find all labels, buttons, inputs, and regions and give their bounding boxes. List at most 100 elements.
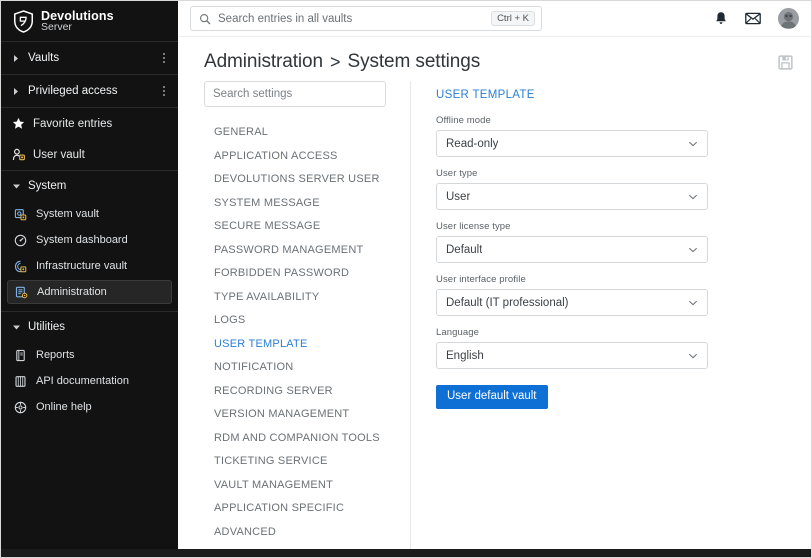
select-language[interactable]: English xyxy=(436,342,708,369)
field-language: Language English xyxy=(436,327,708,369)
settings-item-forbidden-password[interactable]: FORBIDDEN PASSWORD xyxy=(204,262,410,286)
settings-item-devolutions-server-user[interactable]: DEVOLUTIONS SERVER USER xyxy=(204,168,410,192)
settings-item-advanced[interactable]: ADVANCED xyxy=(204,521,410,545)
envelope-icon[interactable] xyxy=(742,8,764,30)
user-vault-icon xyxy=(11,148,26,161)
select-offline-mode[interactable]: Read-only xyxy=(436,130,708,157)
settings-item-general[interactable]: GENERAL xyxy=(204,121,410,145)
field-label-offline-mode: Offline mode xyxy=(436,115,491,126)
settings-item-vault-management[interactable]: VAULT MANAGEMENT xyxy=(204,474,410,498)
breadcrumb-root[interactable]: Administration xyxy=(204,51,323,73)
settings-item-ticketing-service[interactable]: TICKETING SERVICE xyxy=(204,450,410,474)
field-label-user-license-type: User license type xyxy=(436,221,511,232)
bell-icon[interactable] xyxy=(710,8,732,30)
brand-text: Devolutions Server xyxy=(41,10,114,32)
settings-item-user-template[interactable]: USER TEMPLATE xyxy=(204,333,410,357)
search-icon xyxy=(199,13,211,25)
sidebar-item-label-reports: Reports xyxy=(36,349,75,361)
settings-list: GENERAL APPLICATION ACCESS DEVOLUTIONS S… xyxy=(204,121,410,544)
settings-item-password-management[interactable]: PASSWORD MANAGEMENT xyxy=(204,239,410,263)
field-label-user-interface-profile: User interface profile xyxy=(436,274,526,285)
sidebar-item-label-vaults: Vaults xyxy=(28,52,60,64)
search-input[interactable] xyxy=(218,12,485,25)
sidebar-item-label-infrastructure-vault: Infrastructure vault xyxy=(36,260,128,272)
sidebar-item-reports[interactable]: Reports xyxy=(7,343,172,367)
sidebar-item-favorite-entries[interactable]: Favorite entries xyxy=(1,108,178,139)
settings-layout: GENERAL APPLICATION ACCESS DEVOLUTIONS S… xyxy=(178,81,811,551)
chevron-down-icon xyxy=(11,183,21,190)
sidebar-item-privileged-access[interactable]: Privileged access xyxy=(1,75,178,107)
select-value-user-license-type: Default xyxy=(446,243,483,256)
kebab-menu-icon-vaults[interactable] xyxy=(158,53,170,63)
reports-icon xyxy=(13,349,28,362)
sidebar-item-infrastructure-vault[interactable]: Infrastructure vault xyxy=(7,254,172,278)
sidebar-group-system[interactable]: System xyxy=(1,171,178,201)
select-value-user-interface-profile: Default (IT professional) xyxy=(446,296,569,309)
field-user-license-type: User license type Default xyxy=(436,221,708,263)
brand-subtitle: Server xyxy=(41,20,72,33)
settings-item-version-management[interactable]: VERSION MANAGEMENT xyxy=(204,403,410,427)
settings-item-logs[interactable]: LOGS xyxy=(204,309,410,333)
sidebar-item-label-user-vault: User vault xyxy=(33,148,85,161)
select-user-interface-profile[interactable]: Default (IT professional) xyxy=(436,289,708,316)
settings-item-secure-message[interactable]: SECURE MESSAGE xyxy=(204,215,410,239)
settings-item-rdm-and-companion-tools[interactable]: RDM AND COMPANION TOOLS xyxy=(204,427,410,451)
sidebar-item-user-vault[interactable]: User vault xyxy=(1,139,178,170)
sidebar-item-label-online-help: Online help xyxy=(36,401,92,413)
chevron-right-icon xyxy=(11,54,21,63)
sidebar-item-label-privileged-access: Privileged access xyxy=(28,85,118,97)
sidebar: Devolutions Server Vaults Privileged acc… xyxy=(1,1,178,557)
select-value-user-type: User xyxy=(446,190,471,203)
breadcrumb: Administration > System settings xyxy=(178,37,811,81)
select-user-license-type[interactable]: Default xyxy=(436,236,708,263)
avatar[interactable] xyxy=(778,8,799,29)
chevron-right-icon xyxy=(11,87,21,96)
select-value-language: English xyxy=(446,349,484,362)
topbar: Ctrl + K xyxy=(178,1,811,37)
sidebar-group-utilities[interactable]: Utilities xyxy=(1,312,178,342)
settings-item-system-message[interactable]: SYSTEM MESSAGE xyxy=(204,192,410,216)
sidebar-item-system-vault[interactable]: System vault xyxy=(7,202,172,226)
sidebar-item-label-api-documentation: API documentation xyxy=(36,375,129,387)
settings-item-application-specific[interactable]: APPLICATION SPECIFIC xyxy=(204,497,410,521)
field-user-interface-profile: User interface profile Default (IT profe… xyxy=(436,274,708,316)
main-area: Ctrl + K xyxy=(178,1,811,557)
field-label-user-type: User type xyxy=(436,168,478,179)
shield-icon xyxy=(13,9,34,33)
administration-icon xyxy=(14,286,29,299)
kebab-menu-icon-privileged-access[interactable] xyxy=(158,86,170,96)
page-content: Administration > System settings Search … xyxy=(178,37,811,557)
sidebar-item-label-administration: Administration xyxy=(37,286,107,298)
sidebar-group-label-system: System xyxy=(28,180,67,192)
breadcrumb-separator: > xyxy=(329,51,341,72)
settings-item-type-availability[interactable]: TYPE AVAILABILITY xyxy=(204,286,410,310)
dashboard-icon xyxy=(13,234,28,247)
sidebar-item-label-favorite-entries: Favorite entries xyxy=(33,117,113,130)
settings-item-notification[interactable]: NOTIFICATION xyxy=(204,356,410,380)
application-window: Devolutions Server Vaults Privileged acc… xyxy=(0,0,812,558)
global-search-box[interactable]: Ctrl + K xyxy=(190,6,542,31)
brand-logo-block[interactable]: Devolutions Server xyxy=(1,1,178,41)
settings-item-application-access[interactable]: APPLICATION ACCESS xyxy=(204,145,410,169)
settings-search-input[interactable] xyxy=(204,81,386,107)
sidebar-item-label-system-dashboard: System dashboard xyxy=(36,234,128,246)
system-vault-icon xyxy=(13,208,28,221)
sidebar-item-online-help[interactable]: Online help xyxy=(7,395,172,419)
save-floppy-icon[interactable] xyxy=(778,54,793,70)
sidebar-item-vaults[interactable]: Vaults xyxy=(1,42,178,74)
select-user-type[interactable]: User xyxy=(436,183,708,210)
infrastructure-vault-icon xyxy=(13,260,28,273)
sidebar-item-api-documentation[interactable]: API documentation xyxy=(7,369,172,393)
chevron-down-icon xyxy=(11,324,21,331)
api-docs-icon xyxy=(13,375,28,388)
sidebar-item-administration[interactable]: Administration xyxy=(7,280,172,304)
select-value-offline-mode: Read-only xyxy=(446,137,499,150)
viewport-bottom-edge xyxy=(1,549,811,557)
star-icon xyxy=(11,117,26,130)
search-shortcut-badge: Ctrl + K xyxy=(491,10,535,27)
sidebar-group-label-utilities: Utilities xyxy=(28,321,66,333)
sidebar-item-system-dashboard[interactable]: System dashboard xyxy=(7,228,172,252)
user-default-vault-button[interactable]: User default vault xyxy=(436,385,548,409)
settings-item-recording-server[interactable]: RECORDING SERVER xyxy=(204,380,410,404)
